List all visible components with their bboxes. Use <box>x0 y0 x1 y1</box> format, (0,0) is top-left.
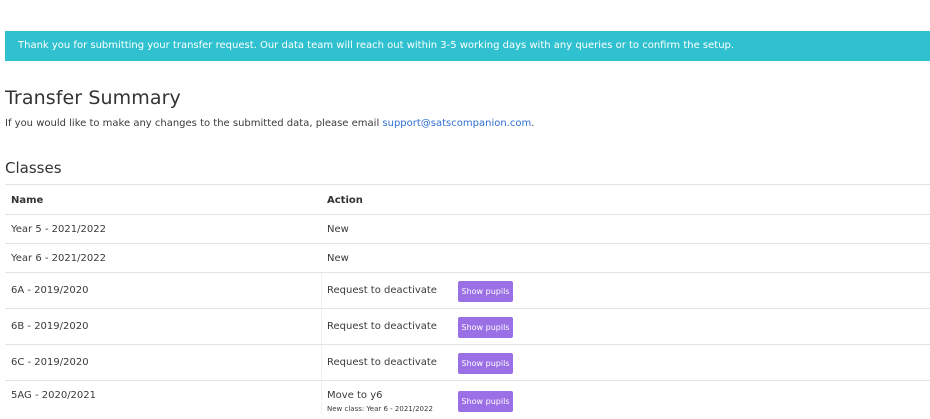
column-divider <box>321 381 322 415</box>
table-row: Year 6 - 2021/2022 New <box>5 243 930 272</box>
show-pupils-button[interactable]: Show pupils <box>458 353 513 374</box>
class-action: New <box>327 224 349 235</box>
class-name: 6B - 2019/2020 <box>11 321 89 332</box>
classes-section-title: Classes <box>5 159 62 177</box>
column-divider <box>321 273 322 308</box>
class-name: Year 5 - 2021/2022 <box>11 224 106 235</box>
show-pupils-button[interactable]: Show pupils <box>458 317 513 338</box>
class-action: Request to deactivate <box>327 321 437 332</box>
class-action: Request to deactivate <box>327 357 437 368</box>
class-action: New <box>327 253 349 264</box>
intro-end: . <box>531 118 535 129</box>
class-name: 5AG - 2020/2021 <box>11 390 97 401</box>
show-pupils-button[interactable]: Show pupils <box>458 281 513 302</box>
column-divider <box>321 309 322 344</box>
intro-text: If you would like to make any changes to… <box>5 118 383 129</box>
class-name: 6C - 2019/2020 <box>11 357 89 368</box>
column-header-name: Name <box>11 195 44 206</box>
alert-message: Thank you for submitting your transfer r… <box>18 40 735 51</box>
column-header-action: Action <box>327 195 363 206</box>
support-email-link[interactable]: support@satscompanion.com <box>382 118 531 129</box>
table-row: 6B - 2019/2020 Request to deactivate Sho… <box>5 308 930 344</box>
classes-table: Name Action Year 5 - 2021/2022 New Year … <box>5 184 930 415</box>
table-row: 6C - 2019/2020 Request to deactivate Sho… <box>5 344 930 380</box>
table-row: Year 5 - 2021/2022 New <box>5 214 930 243</box>
summary-intro: If you would like to make any changes to… <box>5 118 534 129</box>
new-class-note: New class: Year 6 - 2021/2022 <box>327 405 433 413</box>
class-name: 6A - 2019/2020 <box>11 285 89 296</box>
table-header-row: Name Action <box>5 184 930 214</box>
page-title: Transfer Summary <box>5 87 181 109</box>
column-divider <box>321 345 322 380</box>
table-row: 6A - 2019/2020 Request to deactivate Sho… <box>5 272 930 308</box>
class-action: Move to y6 <box>327 390 383 401</box>
show-pupils-button[interactable]: Show pupils <box>458 391 513 412</box>
class-name: Year 6 - 2021/2022 <box>11 253 106 264</box>
table-row: 5AG - 2020/2021 Move to y6 New class: Ye… <box>5 380 930 415</box>
success-alert: Thank you for submitting your transfer r… <box>5 31 930 61</box>
class-action: Request to deactivate <box>327 285 437 296</box>
